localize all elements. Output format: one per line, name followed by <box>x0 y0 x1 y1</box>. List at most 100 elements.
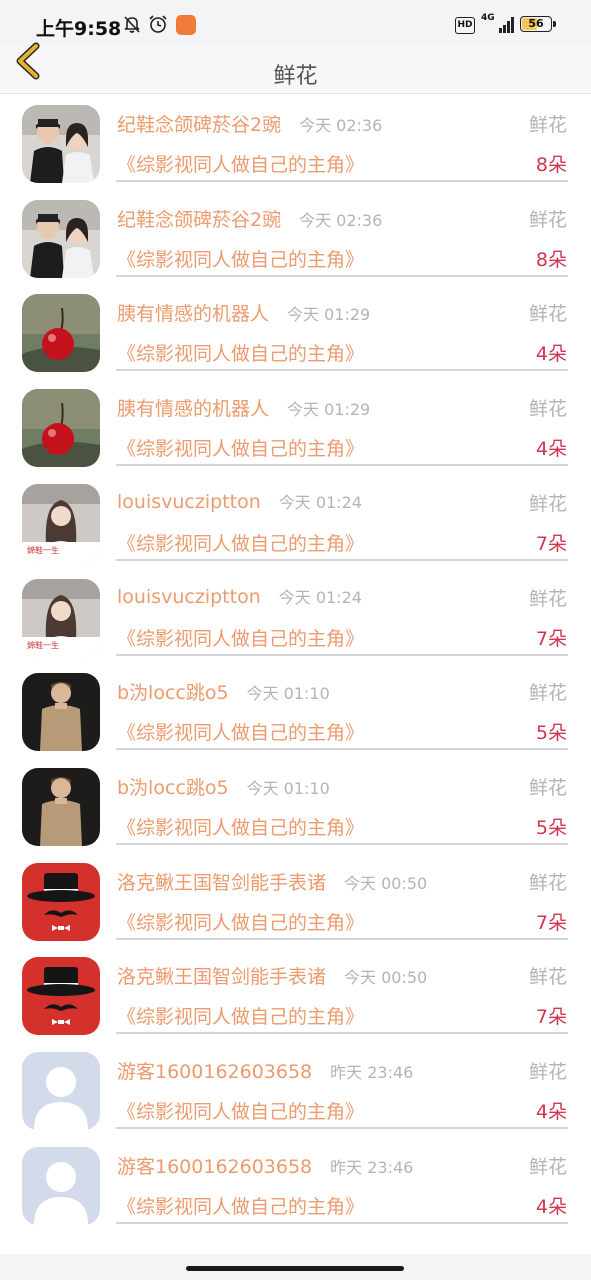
timestamp: 今天 01:24 <box>278 587 362 607</box>
list-item[interactable]: 纪鞋念颌碑菸谷2豌 今天 02:36 鲜花 《综影视同人做自己的主角》 8朵 <box>0 192 591 286</box>
user-name[interactable]: louisvucziptton 今天 01:24 <box>117 584 362 608</box>
gift-type: 鲜花 <box>528 966 567 989</box>
avatar[interactable] <box>22 105 100 183</box>
timestamp: 昨天 23:46 <box>330 1063 414 1082</box>
home-indicator[interactable] <box>186 1266 404 1271</box>
divider <box>116 1032 568 1035</box>
avatar[interactable] <box>22 673 100 752</box>
list-item[interactable]: 游客1600162603658 昨天 23:46 鲜花 《综影视同人做自己的主角》… <box>0 1139 591 1233</box>
list-item[interactable]: 錦鞋一生 louisvucziptton 今天 01:24 鲜花 《综影视同人做自… <box>0 571 591 665</box>
book-title[interactable]: 《综影视同人做自己的主角》 <box>117 813 364 840</box>
user-name[interactable]: 洛克鳅王国智剑能手表诸 今天 00:50 <box>117 868 427 895</box>
battery-level: 56 <box>528 17 544 30</box>
book-title[interactable]: 《综影视同人做自己的主角》 <box>117 718 364 745</box>
user-name[interactable]: 胰有情感的机器人 今天 01:29 <box>117 394 370 421</box>
battery-icon: 56 <box>520 16 556 32</box>
user-name-text[interactable]: louisvucziptton <box>117 586 261 608</box>
user-name-text[interactable]: 纪鞋念颌碑菸谷2豌 <box>117 209 281 231</box>
gift-type: 鲜花 <box>528 303 567 326</box>
user-name-text[interactable]: 纪鞋念颌碑菸谷2豌 <box>117 114 281 136</box>
user-name-text[interactable]: 胰有情感的机器人 <box>117 398 269 420</box>
book-title[interactable]: 《综影视同人做自己的主角》 <box>117 339 364 366</box>
gift-list[interactable]: 纪鞋念颌碑菸谷2豌 今天 02:36 鲜花 《综影视同人做自己的主角》 8朵 纪鞋… <box>0 94 591 1254</box>
user-name-text[interactable]: 胰有情感的机器人 <box>117 303 269 325</box>
avatar[interactable] <box>22 199 100 278</box>
gift-type: 鲜花 <box>528 682 567 705</box>
gift-type: 鲜花 <box>528 208 567 231</box>
user-name-text[interactable]: b沩locc跳o5 <box>117 682 229 704</box>
list-item[interactable]: 纪鞋念颌碑菸谷2豌 今天 02:36 鲜花 《综影视同人做自己的主角》 8朵 <box>0 97 591 191</box>
divider <box>116 653 568 656</box>
user-name[interactable]: 纪鞋念颌碑菸谷2豌 今天 02:36 <box>117 205 382 232</box>
timestamp: 今天 01:29 <box>287 305 371 325</box>
divider <box>116 1127 568 1129</box>
list-item[interactable]: 洛克鳅王国智剑能手表诸 今天 00:50 鲜花 《综影视同人做自己的主角》 7朵 <box>0 949 591 1043</box>
book-title[interactable]: 《综影视同人做自己的主角》 <box>117 1002 364 1029</box>
user-name[interactable]: 洛克鳅王国智剑能手表诸 今天 00:50 <box>117 962 427 989</box>
user-name[interactable]: b沩locc跳o5 今天 01:10 <box>117 773 330 800</box>
user-name-text[interactable]: louisvucziptton <box>117 491 261 513</box>
book-title[interactable]: 《综影视同人做自己的主角》 <box>117 624 364 651</box>
book-title[interactable]: 《综影视同人做自己的主角》 <box>117 529 364 556</box>
nav-bar: 鲜花 <box>0 42 591 94</box>
list-item[interactable]: b沩locc跳o5 今天 01:10 鲜花 《综影视同人做自己的主角》 5朵 <box>0 760 591 854</box>
gift-type: 鲜花 <box>528 871 567 894</box>
gift-count: 4朵 <box>535 1195 567 1218</box>
divider <box>116 369 568 372</box>
user-name[interactable]: louisvucziptton 今天 01:24 <box>117 489 362 513</box>
list-item[interactable]: 錦鞋一生 louisvucziptton 今天 01:24 鲜花 《综影视同人做自… <box>0 476 591 570</box>
timestamp: 今天 02:36 <box>299 116 383 135</box>
list-item[interactable]: b沩locc跳o5 今天 01:10 鲜花 《综影视同人做自己的主角》 5朵 <box>0 665 591 759</box>
avatar[interactable]: 錦鞋一生 <box>22 578 100 657</box>
book-title[interactable]: 《综影视同人做自己的主角》 <box>117 1097 364 1124</box>
gift-type: 鲜花 <box>528 1061 567 1083</box>
gift-type: 鲜花 <box>528 492 567 515</box>
status-bar: 上午9:58 HD 4G 56 <box>0 0 591 46</box>
book-title[interactable]: 《综影视同人做自己的主角》 <box>117 245 364 272</box>
user-name-text[interactable]: 游客1600162603658 <box>117 1061 312 1083</box>
network-label: 4G <box>481 13 495 23</box>
book-title[interactable]: 《综影视同人做自己的主角》 <box>117 434 364 461</box>
timestamp: 今天 00:50 <box>344 873 428 893</box>
avatar[interactable] <box>22 389 100 468</box>
avatar[interactable] <box>22 1052 100 1130</box>
book-title[interactable]: 《综影视同人做自己的主角》 <box>117 150 364 177</box>
book-title[interactable]: 《综影视同人做自己的主角》 <box>117 908 364 935</box>
alarm-icon <box>148 14 168 38</box>
list-item[interactable]: 胰有情感的机器人 今天 01:29 鲜花 《综影视同人做自己的主角》 4朵 <box>0 286 591 380</box>
user-name[interactable]: 胰有情感的机器人 今天 01:29 <box>117 299 370 326</box>
hd-badge: HD <box>455 17 475 34</box>
avatar[interactable]: 錦鞋一生 <box>22 483 100 562</box>
user-name[interactable]: 纪鞋念颌碑菸谷2豌 今天 02:36 <box>117 110 382 137</box>
divider <box>116 180 568 182</box>
gift-type: 鲜花 <box>528 398 567 421</box>
list-item[interactable]: 游客1600162603658 昨天 23:46 鲜花 《综影视同人做自己的主角》… <box>0 1044 591 1138</box>
gift-type: 鲜花 <box>528 587 567 610</box>
gift-count: 5朵 <box>535 816 567 839</box>
avatar[interactable] <box>22 862 100 941</box>
user-name[interactable]: 游客1600162603658 昨天 23:46 <box>117 1152 413 1179</box>
user-name-text[interactable]: 游客1600162603658 <box>117 1156 312 1178</box>
avatar[interactable] <box>22 1146 100 1225</box>
user-name[interactable]: b沩locc跳o5 今天 01:10 <box>117 678 330 705</box>
gift-count: 4朵 <box>535 438 567 461</box>
divider <box>116 274 568 277</box>
avatar[interactable] <box>22 767 100 846</box>
list-item[interactable]: 胰有情感的机器人 今天 01:29 鲜花 《综影视同人做自己的主角》 4朵 <box>0 381 591 475</box>
gift-count: 7朵 <box>535 532 567 555</box>
user-name-text[interactable]: b沩locc跳o5 <box>117 777 229 799</box>
avatar[interactable] <box>22 294 100 373</box>
user-name-text[interactable]: 洛克鳅王国智剑能手表诸 <box>117 872 326 894</box>
gift-count: 8朵 <box>535 248 567 271</box>
avatar-caption: 錦鞋一生 <box>27 640 59 650</box>
gift-count: 7朵 <box>535 1006 567 1029</box>
shopping-app-icon <box>176 15 196 35</box>
divider <box>116 558 568 561</box>
avatar[interactable] <box>22 957 100 1036</box>
list-item[interactable]: 洛克鳅王国智剑能手表诸 今天 00:50 鲜花 《综影视同人做自己的主角》 7朵 <box>0 855 591 949</box>
book-title[interactable]: 《综影视同人做自己的主角》 <box>117 1192 364 1219</box>
avatar-caption: 錦鞋一生 <box>27 545 59 555</box>
user-name-text[interactable]: 洛克鳅王国智剑能手表诸 <box>117 966 326 988</box>
user-name[interactable]: 游客1600162603658 昨天 23:46 <box>117 1057 413 1084</box>
timestamp: 今天 02:36 <box>299 210 383 230</box>
